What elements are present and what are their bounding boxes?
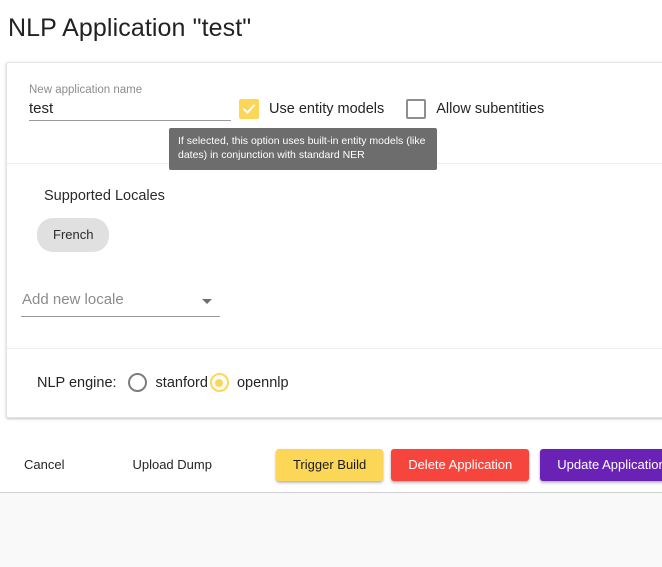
upload-dump-button[interactable]: Upload Dump [120,450,224,480]
nlp-engine-caption: NLP engine: [37,374,117,391]
new-application-name-input[interactable] [29,99,231,121]
allow-subentities-label: Allow subentities [436,101,545,117]
radio-unselected-icon[interactable] [127,373,147,392]
page-surface: NLP Application "test" New application n… [0,0,662,493]
checkbox-checked-icon[interactable] [239,99,259,119]
trigger-build-button[interactable]: Trigger Build [275,449,384,481]
nlp-engine-row: NLP engine: stanford opennlp [37,373,289,392]
use-entity-models-label: Use entity models [269,101,385,117]
entity-options-group: Use entity models Allow subentities [239,99,544,119]
radio-option-opennlp[interactable]: opennlp [209,373,289,392]
page-title: NLP Application "test" [8,14,252,42]
update-application-button[interactable]: Update Application [540,449,662,481]
locale-chip-row: French [37,218,110,252]
locale-chip-french[interactable]: French [37,218,110,252]
tooltip-line-1: If selected, this option uses built-in e… [178,135,426,147]
use-entity-models-checkbox-item[interactable]: Use entity models [239,99,384,119]
supported-locales-section: Supported Locales French Add new locale [7,164,662,349]
use-entity-models-tooltip: If selected, this option uses built-in e… [169,128,437,170]
cancel-button[interactable]: Cancel [12,450,76,480]
add-new-locale-placeholder: Add new locale [22,291,124,308]
radio-label-opennlp: opennlp [236,374,289,391]
chevron-down-icon[interactable] [202,299,212,304]
supported-locales-heading: Supported Locales [44,188,165,204]
action-bar: Cancel Upload Dump Trigger Build Delete … [0,440,662,490]
delete-application-button[interactable]: Delete Application [391,449,530,481]
checkbox-unchecked-icon[interactable] [406,99,427,119]
radio-option-stanford[interactable]: stanford [127,373,208,392]
application-form-card: New application name Use entity models A… [6,62,662,418]
nlp-engine-section: NLP engine: stanford opennlp [7,349,662,417]
allow-subentities-checkbox-item[interactable]: Allow subentities [406,99,544,119]
radio-label-stanford: stanford [155,374,208,391]
new-application-name-label: New application name [29,84,143,96]
add-new-locale-select[interactable]: Add new locale [21,289,220,317]
tooltip-line-2: dates) in conjunction with standard NER [178,148,365,161]
radio-selected-icon[interactable] [209,373,229,392]
